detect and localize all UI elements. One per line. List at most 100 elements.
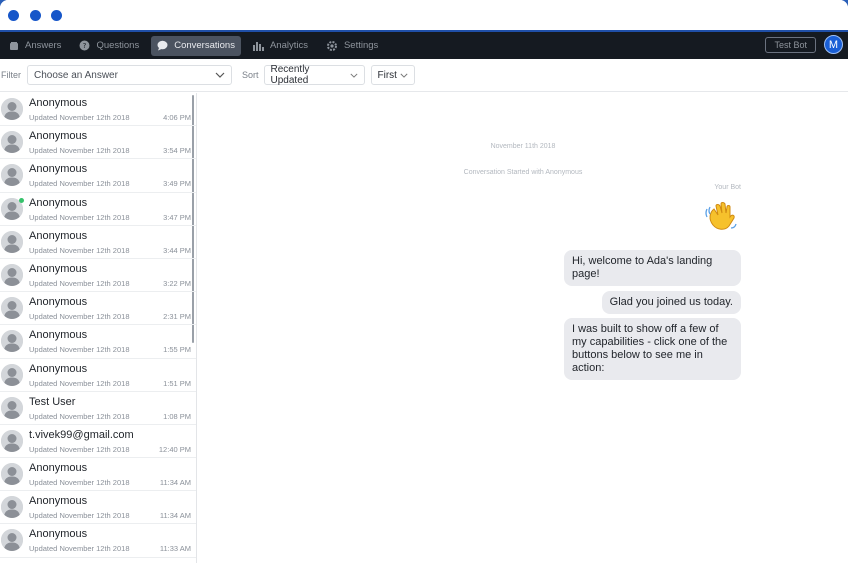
conversation-row[interactable]: Anonymous Updated November 12th 2018 11:34… bbox=[0, 458, 196, 492]
conversation-name: Anonymous bbox=[29, 262, 88, 275]
conversation-row[interactable]: Anonymous Updated November 12th 2018 11:33… bbox=[0, 524, 196, 558]
order-value: First bbox=[377, 69, 397, 81]
nav-answers-label: Answers bbox=[25, 40, 62, 51]
conversation-time: 3:49 PM bbox=[163, 179, 191, 189]
conversation-time: 1:51 PM bbox=[163, 378, 191, 388]
conversation-updated: Updated November 12th 2018 bbox=[29, 113, 130, 122]
conversation-row[interactable]: Anonymous Updated November 12th 2018 3:49 … bbox=[0, 159, 196, 193]
conversation-time: 3:47 PM bbox=[163, 212, 191, 222]
bar-chart-icon bbox=[252, 41, 264, 51]
window-close-button[interactable] bbox=[8, 10, 19, 21]
top-nav: Answers ? Questions Conversations Analyt… bbox=[0, 32, 848, 59]
person-silhouette-icon bbox=[1, 463, 23, 486]
conversation-updated: Updated November 12th 2018 bbox=[29, 378, 130, 388]
person-silhouette-icon bbox=[1, 230, 23, 253]
nav-questions[interactable]: ? Questions bbox=[73, 36, 145, 56]
conversation-view: November 11th 2018 Conversation Started … bbox=[198, 93, 848, 563]
conversation-row[interactable]: Anonymous Updated November 12th 2018 2:31 … bbox=[0, 292, 196, 326]
person-silhouette-icon bbox=[1, 164, 23, 187]
filter-bar: Filter Choose an Answer Sort Recently Up… bbox=[0, 59, 848, 92]
user-avatar[interactable]: M bbox=[824, 35, 843, 54]
conversation-name: Anonymous bbox=[29, 329, 88, 342]
avatar bbox=[1, 330, 23, 353]
sort-label: Sort bbox=[242, 70, 259, 80]
order-select[interactable]: First bbox=[370, 65, 415, 85]
conversation-updated: Updated November 12th 2018 bbox=[29, 245, 130, 255]
answer-filter-select[interactable]: Choose an Answer bbox=[27, 65, 232, 85]
svg-text:?: ? bbox=[83, 42, 87, 50]
conversation-date: November 11th 2018 bbox=[490, 143, 556, 150]
conversation-row[interactable]: Anonymous Updated November 12th 2018 3:22 … bbox=[0, 259, 196, 293]
conversation-time: 3:54 PM bbox=[163, 146, 191, 156]
conversation-time: 11:34 AM bbox=[159, 478, 191, 488]
app-window: Answers ? Questions Conversations Analyt… bbox=[0, 0, 848, 563]
chat-message: I was built to show off a few of my capa… bbox=[564, 318, 741, 380]
conversation-row[interactable]: Test User Updated November 12th 2018 1:08 … bbox=[0, 392, 196, 425]
conversation-time: 4:06 PM bbox=[163, 113, 191, 122]
person-silhouette-icon bbox=[1, 496, 23, 519]
avatar bbox=[1, 396, 23, 419]
window-maximize-button[interactable] bbox=[51, 10, 62, 21]
conversation-row[interactable]: Anonymous Updated November 12th 2018 11:34… bbox=[0, 491, 196, 525]
answer-filter-placeholder: Choose an Answer bbox=[34, 69, 118, 81]
window-minimize-button[interactable] bbox=[30, 10, 41, 21]
avatar bbox=[1, 496, 23, 519]
nav-analytics[interactable]: Analytics bbox=[247, 36, 314, 56]
conversation-time: 11:34 AM bbox=[159, 511, 191, 521]
avatar bbox=[1, 529, 23, 552]
avatar bbox=[1, 429, 23, 452]
conversation-row[interactable]: Anonymous Updated November 12th 2018 3:47 … bbox=[0, 193, 196, 226]
conversation-row[interactable]: Anonymous Updated November 12th 2018 3:54 … bbox=[0, 126, 196, 160]
nav-settings[interactable]: Settings bbox=[320, 36, 384, 56]
person-silhouette-icon bbox=[1, 363, 23, 386]
conversation-row[interactable]: Anonymous Updated November 12th 2018 3:44 … bbox=[0, 226, 196, 259]
conversation-time: 3:22 PM bbox=[163, 278, 191, 288]
conversation-name: Anonymous bbox=[29, 196, 88, 209]
nav-conversations[interactable]: Conversations bbox=[151, 35, 241, 56]
person-silhouette-icon bbox=[1, 429, 23, 452]
person-silhouette-icon bbox=[1, 131, 23, 154]
conversation-updated: Updated November 12th 2018 bbox=[29, 345, 130, 355]
conversation-updated: Updated November 12th 2018 bbox=[29, 411, 130, 421]
conversation-name: Anonymous bbox=[29, 362, 88, 375]
conversation-time: 3:44 PM bbox=[163, 245, 191, 255]
avatar bbox=[1, 297, 23, 320]
title-bar bbox=[0, 0, 848, 32]
conversation-row[interactable]: t.vivek99@gmail.com Updated November 12th… bbox=[0, 425, 196, 459]
person-silhouette-icon bbox=[1, 529, 23, 552]
test-bot-button[interactable]: Test Bot bbox=[765, 37, 816, 53]
filter-label: Filter bbox=[1, 70, 21, 80]
conversation-time: 11:33 AM bbox=[159, 544, 191, 554]
conversation-name: t.vivek99@gmail.com bbox=[29, 428, 134, 441]
avatar bbox=[1, 463, 23, 486]
conversation-time: 12:40 PM bbox=[158, 444, 191, 454]
conversation-updated: Updated November 12th 2018 bbox=[29, 212, 130, 222]
conversation-row[interactable]: Anonymous Updated November 12th 2018 4:06 … bbox=[0, 93, 196, 127]
conversation-list[interactable]: Anonymous Updated November 12th 2018 4:06 … bbox=[0, 93, 197, 563]
conversation-name: Anonymous bbox=[29, 296, 88, 309]
avatar bbox=[1, 131, 23, 154]
nav-conversations-label: Conversations bbox=[174, 40, 235, 51]
avatar bbox=[1, 98, 23, 120]
conversation-row[interactable]: Anonymous Updated November 12th 2018 1:55 … bbox=[0, 325, 196, 359]
chevron-down-icon bbox=[399, 73, 408, 78]
person-silhouette-icon bbox=[1, 263, 23, 286]
avatar bbox=[1, 164, 23, 187]
conversation-name: Anonymous bbox=[29, 130, 88, 143]
conversation-row[interactable]: Anonymous Updated November 12th 2018 1:51 … bbox=[0, 359, 196, 392]
sort-select[interactable]: Recently Updated bbox=[263, 64, 365, 86]
conversation-updated: Updated November 12th 2018 bbox=[29, 312, 130, 322]
conversation-updated: Updated November 12th 2018 bbox=[29, 179, 130, 189]
conversation-name: Anonymous bbox=[29, 97, 88, 109]
nav-answers[interactable]: Answers bbox=[3, 36, 67, 56]
conversation-time: 1:08 PM bbox=[163, 411, 191, 421]
person-silhouette-icon bbox=[1, 297, 23, 320]
person-silhouette-icon bbox=[1, 98, 23, 120]
person-silhouette-icon bbox=[1, 330, 23, 353]
avatar bbox=[1, 263, 23, 286]
gear-icon bbox=[326, 40, 337, 51]
chevron-down-icon bbox=[350, 73, 358, 78]
nav-settings-label: Settings bbox=[343, 40, 379, 51]
sort-value: Recently Updated bbox=[270, 64, 310, 86]
question-bubble-icon: ? bbox=[79, 40, 90, 51]
